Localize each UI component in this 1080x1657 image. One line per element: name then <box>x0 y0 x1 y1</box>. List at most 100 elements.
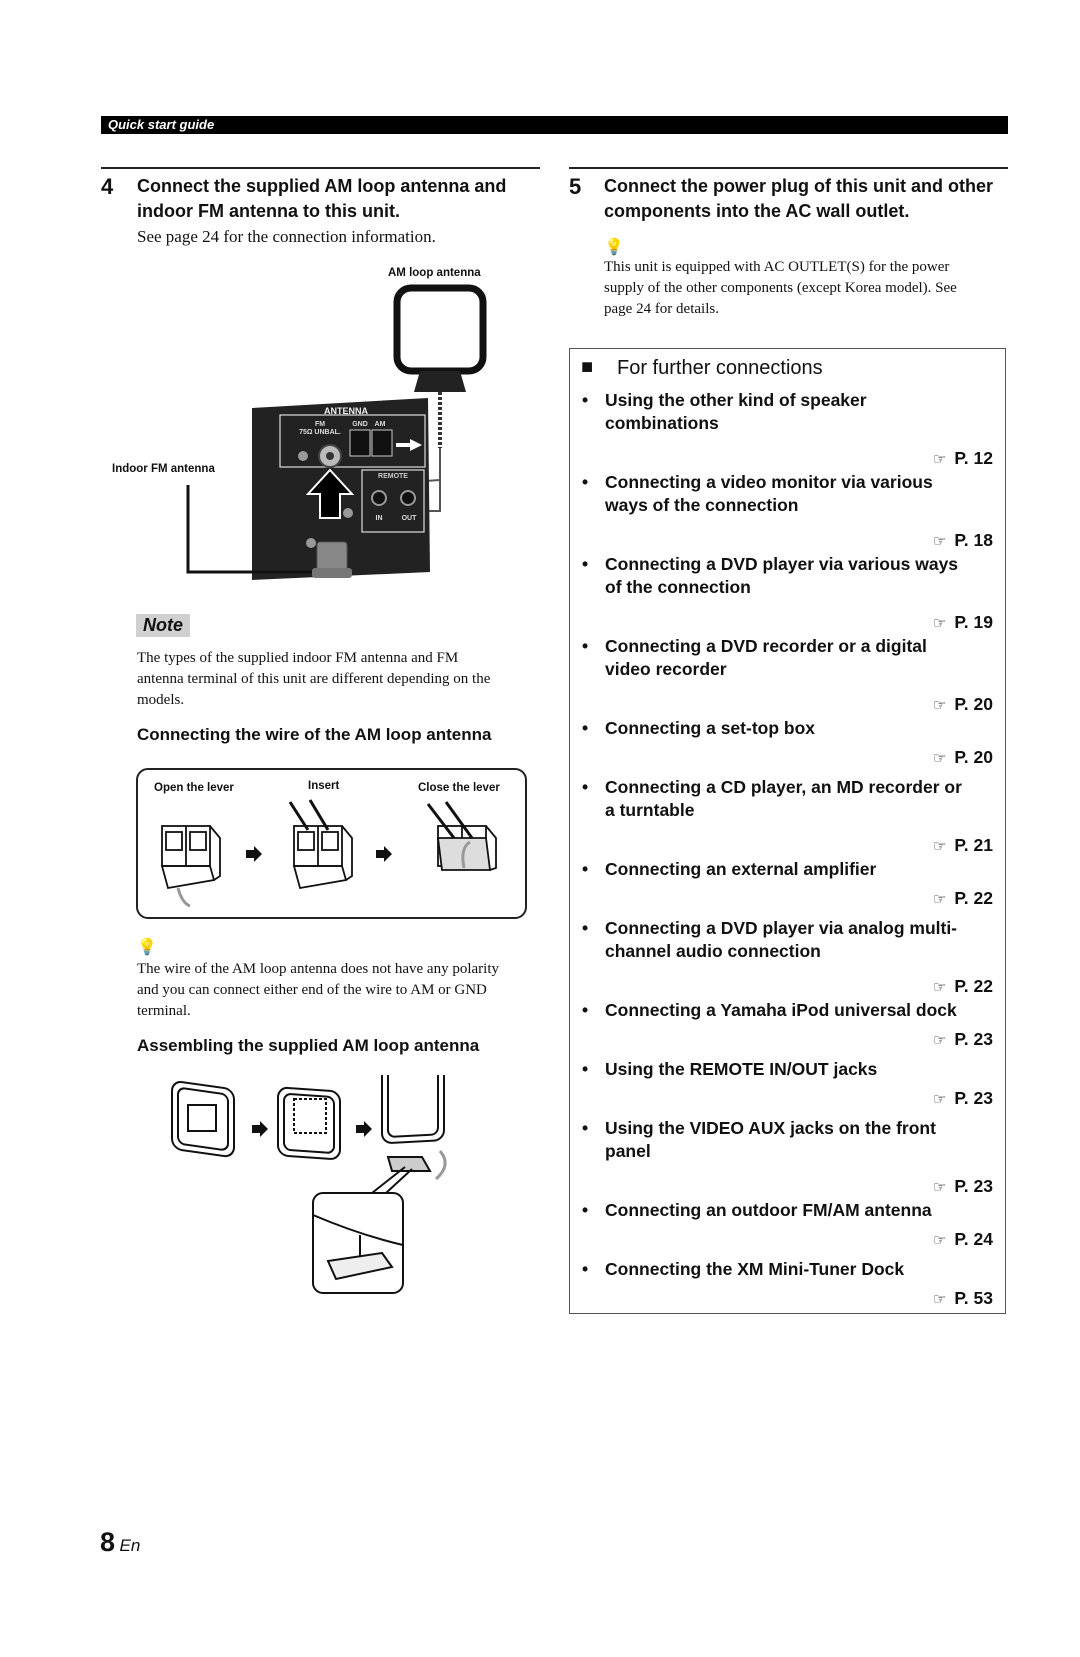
panel-fm-label: FM <box>315 421 325 428</box>
panel-fm-impedance-label: 75Ω UNBAL. <box>299 429 341 436</box>
pointing-hand-icon: ☞ <box>932 1032 947 1049</box>
page-reference: P. 22 <box>954 888 993 908</box>
square-marker-icon: ■ <box>581 356 594 378</box>
tip-line: terminal. <box>137 1003 191 1019</box>
assemble-antenna-illustration <box>171 1075 447 1294</box>
step4-title-line: indoor FM antenna to this unit. <box>137 201 400 221</box>
panel-in-label: IN <box>376 515 383 522</box>
tip-text: The wire of the AM loop antenna does not… <box>137 959 547 1022</box>
lightbulb-tip-icon: 💡 <box>137 939 157 956</box>
step-arrow-icon <box>252 1121 268 1137</box>
step4-title: Connect the supplied AM loop antenna and… <box>137 174 537 224</box>
bullet-icon: • <box>582 1200 589 1220</box>
bullet-icon: • <box>582 1118 589 1138</box>
page-language: En <box>119 1536 141 1555</box>
step5-tip-text: This unit is equipped with AC OUTLET(S) … <box>604 257 1004 320</box>
item-text-line: Connecting an outdoor FM/AM antenna <box>605 1200 932 1220</box>
section-label: Quick start guide <box>108 117 215 132</box>
pointing-hand-icon: ☞ <box>932 838 947 855</box>
item-text-line: Connecting a DVD player via analog multi… <box>605 918 958 938</box>
further-connections-box: ■ For further connections • Using the oth… <box>569 348 1006 1314</box>
item-text-line: Using the REMOTE IN/OUT jacks <box>605 1059 878 1079</box>
bullet-icon: • <box>582 777 589 797</box>
page-reference-link[interactable]: ☞ P. 22 <box>933 887 993 911</box>
step4-title-line: Connect the supplied AM loop antenna and <box>137 176 507 196</box>
item-text: Connecting the XM Mini-Tuner Dock <box>605 1258 985 1281</box>
am-loop-antenna-label: AM loop antenna <box>388 267 481 279</box>
step-arrow-icon <box>356 1121 372 1137</box>
step-arrow-icon <box>246 846 262 862</box>
step-insert-label: Insert <box>308 780 340 792</box>
pointing-hand-icon: ☞ <box>932 697 947 714</box>
item-text: Connecting a video monitor via various wa… <box>605 471 985 517</box>
detail-inset-icon <box>312 1166 413 1294</box>
panel-am-label: AM <box>375 421 386 428</box>
lightbulb-tip-icon: 💡 <box>604 239 624 256</box>
panel-out-label: OUT <box>402 515 418 522</box>
step5-title-line: Connect the power plug of this unit and … <box>604 176 993 196</box>
page-reference: P. 12 <box>954 448 993 468</box>
pointing-hand-icon: ☞ <box>932 615 947 632</box>
item-text-line: Connecting a video monitor via various <box>605 472 933 492</box>
pointing-hand-icon: ☞ <box>932 891 947 908</box>
pointing-hand-icon: ☞ <box>932 533 947 550</box>
item-text-line: channel audio connection <box>605 941 821 961</box>
page-reference-link[interactable]: ☞ P. 18 <box>933 529 993 553</box>
loop-folded-icon <box>171 1080 235 1158</box>
page-footer: 8 En <box>100 1527 140 1558</box>
item-text-line: combinations <box>605 413 719 433</box>
pointing-hand-icon: ☞ <box>932 979 947 996</box>
bullet-icon: • <box>582 390 589 410</box>
page-reference-link[interactable]: ☞ P. 12 <box>933 447 993 471</box>
panel-antenna-label: ANTENNA <box>324 406 368 416</box>
wire-steps-figure: Open the lever Insert Close the lever <box>136 768 527 919</box>
item-text: Connecting an external amplifier <box>605 858 985 881</box>
step5-number: 5 <box>569 174 582 199</box>
step5-title-line: components into the AC wall outlet. <box>604 201 910 221</box>
page-reference-link[interactable]: ☞ P. 20 <box>933 746 993 770</box>
page-reference-link[interactable]: ☞ P. 23 <box>933 1087 993 1111</box>
page-reference-link[interactable]: ☞ P. 19 <box>933 611 993 635</box>
step-open-lever-label: Open the lever <box>154 782 234 794</box>
item-text-line: Using the other kind of speaker <box>605 390 867 410</box>
page-reference-link[interactable]: ☞ P. 21 <box>933 834 993 858</box>
item-text-line: Connecting a DVD recorder or a digital <box>605 636 927 656</box>
bullet-icon: • <box>582 472 589 492</box>
terminal-open-icon <box>160 825 221 908</box>
item-text: Connecting a set-top box <box>605 717 985 740</box>
page-reference-link[interactable]: ☞ P. 22 <box>933 975 993 999</box>
item-text-line: Connecting a DVD player via various ways <box>605 554 959 574</box>
pointing-hand-icon: ☞ <box>932 1091 947 1108</box>
antenna-connection-figure: ANTENNA FM 75Ω UNBAL. GND AM REMOTE IN O… <box>186 284 487 580</box>
item-text: Connecting a DVD player via analog multi… <box>605 917 985 963</box>
tip-line: The wire of the AM loop antenna does not… <box>137 961 499 977</box>
step-close-lever-label: Close the lever <box>418 782 500 794</box>
item-text-line: a turntable <box>605 800 695 820</box>
item-text-line: Connecting a set-top box <box>605 718 815 738</box>
note-line: antenna terminal of this unit are differ… <box>137 671 491 687</box>
pointing-hand-icon: ☞ <box>932 1291 947 1308</box>
terminal-closed-icon <box>426 801 497 871</box>
pointing-hand-icon: ☞ <box>932 451 947 468</box>
bullet-icon: • <box>582 1000 589 1020</box>
page-reference-link[interactable]: ☞ P. 23 <box>933 1175 993 1199</box>
tip-line: This unit is equipped with AC OUTLET(S) … <box>604 259 950 275</box>
page-reference-link[interactable]: ☞ P. 24 <box>933 1228 993 1252</box>
page-reference: P. 23 <box>954 1088 993 1108</box>
page-reference-link[interactable]: ☞ P. 53 <box>933 1287 993 1311</box>
note-line: models. <box>137 692 185 708</box>
page-reference-link[interactable]: ☞ P. 20 <box>933 693 993 717</box>
item-text-line: Using the VIDEO AUX jacks on the front <box>605 1118 936 1138</box>
bullet-icon: • <box>582 1259 589 1279</box>
page-reference: P. 20 <box>954 747 993 767</box>
terminal-insert-icon <box>288 799 353 890</box>
page-reference: P. 53 <box>954 1288 993 1308</box>
page-reference: P. 24 <box>954 1229 993 1249</box>
item-text-line: Connecting a Yamaha iPod universal dock <box>605 1000 957 1020</box>
item-text-line: ways of the connection <box>605 495 799 515</box>
item-text-line: Connecting a CD player, an MD recorder o… <box>605 777 962 797</box>
page-reference-link[interactable]: ☞ P. 23 <box>933 1028 993 1052</box>
item-text: Using the VIDEO AUX jacks on the front pa… <box>605 1117 985 1163</box>
wire-section-title: Connecting the wire of the AM loop anten… <box>137 725 492 744</box>
step4-rule <box>101 167 540 169</box>
